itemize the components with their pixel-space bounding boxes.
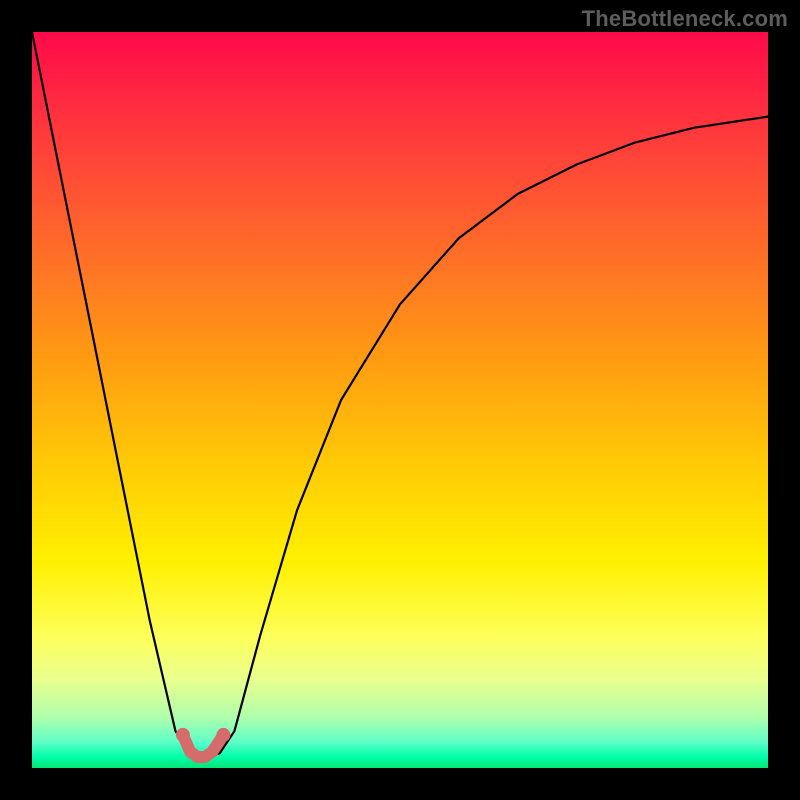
- highlight-end-dot: [216, 728, 230, 742]
- bottleneck-curve-svg: [32, 32, 768, 768]
- bottleneck-curve: [32, 32, 768, 757]
- highlight-end-dot: [176, 728, 190, 742]
- watermark-text: TheBottleneck.com: [582, 6, 788, 32]
- highlight-endpoints: [176, 728, 231, 742]
- outer-frame: TheBottleneck.com: [0, 0, 800, 800]
- plot-area: [32, 32, 768, 768]
